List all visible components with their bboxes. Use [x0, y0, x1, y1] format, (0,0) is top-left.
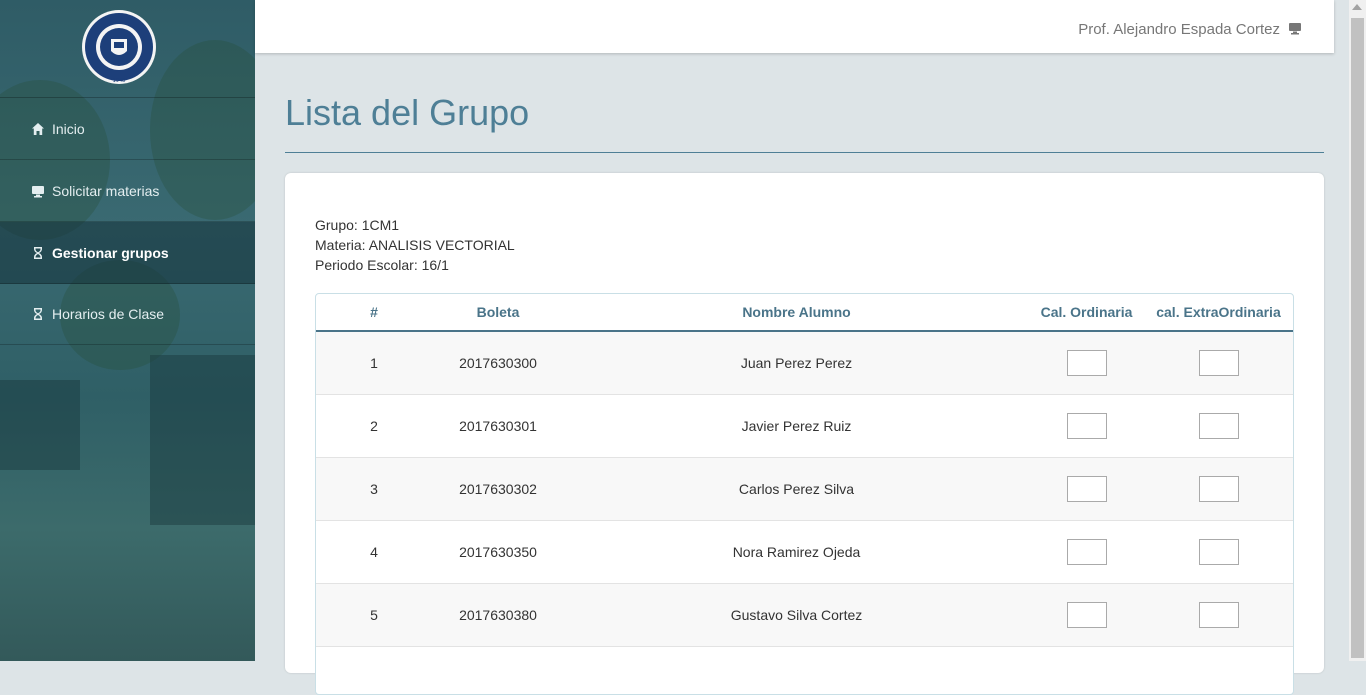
row-extra-cell — [1144, 458, 1293, 521]
cal-extraordinaria-input[interactable] — [1199, 350, 1239, 376]
scrollbar-thumb[interactable] — [1351, 18, 1364, 658]
sidebar-item-label: Solicitar materias — [52, 183, 159, 199]
column-header-cal-extraordinaria: cal. ExtraOrdinaria — [1144, 294, 1293, 331]
sidebar-item-label: Gestionar grupos — [52, 245, 169, 261]
row-boleta: 2017630302 — [432, 458, 564, 521]
hourglass-icon — [31, 307, 45, 321]
column-header-nombre: Nombre Alumno — [564, 294, 1029, 331]
cal-ordinaria-input[interactable] — [1067, 539, 1107, 565]
monitor-icon[interactable] — [1288, 21, 1304, 37]
table-row: 5 2017630380 Gustavo Silva Cortez — [316, 584, 1293, 647]
row-number: 1 — [316, 331, 432, 395]
table-row: 2 2017630301 Javier Perez Ruiz — [316, 395, 1293, 458]
row-number: 4 — [316, 521, 432, 584]
university-seal-logo[interactable]: 1948 — [81, 9, 157, 85]
cal-extraordinaria-input[interactable] — [1199, 602, 1239, 628]
scroll-up-arrow-icon[interactable] — [1352, 4, 1362, 10]
row-boleta: 2017630350 — [432, 521, 564, 584]
row-nombre: Gustavo Silva Cortez — [564, 584, 1029, 647]
group-panel: Grupo: 1CM1 Materia: ANALISIS VECTORIAL … — [285, 173, 1324, 673]
sidebar-item-label: Horarios de Clase — [52, 306, 164, 322]
sidebar: 1948 Inicio Solicitar materias Gestionar… — [0, 0, 255, 661]
sidebar-item-gestionar-grupos[interactable]: Gestionar grupos — [0, 222, 255, 284]
row-extra-cell — [1144, 584, 1293, 647]
sidebar-item-solicitar-materias[interactable]: Solicitar materias — [0, 160, 255, 222]
group-label: Grupo: 1CM1 — [315, 215, 515, 235]
hourglass-icon — [31, 246, 45, 260]
cal-ordinaria-input[interactable] — [1067, 350, 1107, 376]
home-icon — [31, 122, 45, 136]
row-ordinaria-cell — [1029, 395, 1144, 458]
period-label: Periodo Escolar: 16/1 — [315, 255, 515, 275]
row-number: 5 — [316, 584, 432, 647]
table-row: 1 2017630300 Juan Perez Perez — [316, 331, 1293, 395]
cal-ordinaria-input[interactable] — [1067, 476, 1107, 502]
column-header-number: # — [316, 294, 432, 331]
cal-extraordinaria-input[interactable] — [1199, 539, 1239, 565]
title-divider — [285, 152, 1324, 153]
row-nombre: Nora Ramirez Ojeda — [564, 521, 1029, 584]
row-ordinaria-cell — [1029, 584, 1144, 647]
table-row: 4 2017630350 Nora Ramirez Ojeda — [316, 521, 1293, 584]
row-extra-cell — [1144, 331, 1293, 395]
background-building — [150, 355, 255, 525]
row-nombre: Carlos Perez Silva — [564, 458, 1029, 521]
row-nombre: Juan Perez Perez — [564, 331, 1029, 395]
row-nombre: Javier Perez Ruiz — [564, 395, 1029, 458]
sidebar-item-label: Inicio — [52, 121, 85, 137]
cal-extraordinaria-input[interactable] — [1199, 476, 1239, 502]
column-header-cal-ordinaria: Cal. Ordinaria — [1029, 294, 1144, 331]
table-row: 3 2017630302 Carlos Perez Silva — [316, 458, 1293, 521]
page-title: Lista del Grupo — [285, 92, 529, 134]
subject-label: Materia: ANALISIS VECTORIAL — [315, 235, 515, 255]
row-ordinaria-cell — [1029, 331, 1144, 395]
student-table-container: # Boleta Nombre Alumno Cal. Ordinaria ca… — [315, 293, 1294, 695]
row-extra-cell — [1144, 521, 1293, 584]
row-ordinaria-cell — [1029, 521, 1144, 584]
row-boleta: 2017630380 — [432, 584, 564, 647]
row-extra-cell — [1144, 395, 1293, 458]
background-building — [0, 380, 80, 470]
row-ordinaria-cell — [1029, 458, 1144, 521]
group-info: Grupo: 1CM1 Materia: ANALISIS VECTORIAL … — [315, 215, 515, 275]
row-number: 3 — [316, 458, 432, 521]
row-boleta: 2017630301 — [432, 395, 564, 458]
student-table: # Boleta Nombre Alumno Cal. Ordinaria ca… — [316, 294, 1293, 695]
row-boleta: 2017630300 — [432, 331, 564, 395]
sidebar-item-horarios-de-clase[interactable]: Horarios de Clase — [0, 283, 255, 345]
row-number: 2 — [316, 395, 432, 458]
cal-ordinaria-input[interactable] — [1067, 602, 1107, 628]
column-header-boleta: Boleta — [432, 294, 564, 331]
cal-extraordinaria-input[interactable] — [1199, 413, 1239, 439]
user-name[interactable]: Prof. Alejandro Espada Cortez — [1078, 21, 1280, 38]
logo-area: 1948 — [0, 0, 255, 98]
monitor-icon — [31, 184, 45, 198]
seal-year: 1948 — [113, 78, 126, 84]
table-row — [316, 647, 1293, 695]
sidebar-item-inicio[interactable]: Inicio — [0, 98, 255, 160]
cal-ordinaria-input[interactable] — [1067, 413, 1107, 439]
top-bar: Prof. Alejandro Espada Cortez — [255, 0, 1334, 53]
table-header-row: # Boleta Nombre Alumno Cal. Ordinaria ca… — [316, 294, 1293, 331]
